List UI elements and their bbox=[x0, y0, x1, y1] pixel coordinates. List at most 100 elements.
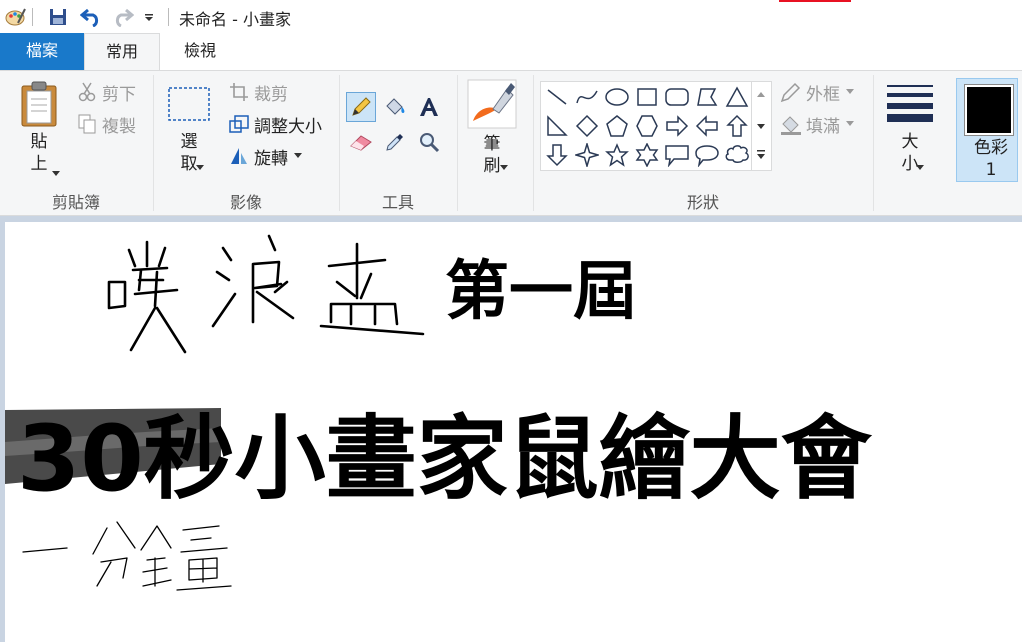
close-hover-accent bbox=[779, 0, 851, 2]
save-icon[interactable] bbox=[46, 6, 70, 28]
outline-dropdown-icon bbox=[846, 89, 854, 94]
line-width-icon bbox=[887, 85, 933, 122]
select-button[interactable]: 選取 bbox=[164, 85, 214, 175]
oval-shape-icon[interactable] bbox=[603, 83, 631, 111]
size-dropdown-icon bbox=[916, 165, 924, 170]
outline-brush-icon bbox=[780, 81, 802, 103]
selection-rectangle-icon bbox=[168, 87, 210, 121]
fill-tool[interactable] bbox=[380, 92, 410, 122]
title-divider bbox=[168, 8, 169, 26]
color-picker-tool[interactable] bbox=[380, 127, 410, 157]
pencil-tool[interactable] bbox=[346, 92, 376, 122]
tools-group-label: 工具 bbox=[381, 193, 414, 212]
six-point-star-shape-icon[interactable] bbox=[633, 141, 661, 169]
pencil-icon bbox=[352, 97, 371, 116]
up-arrow-shape-icon[interactable] bbox=[723, 112, 751, 140]
redo-icon[interactable] bbox=[110, 6, 136, 28]
outline-button[interactable]: 外框 bbox=[780, 79, 854, 105]
fill-button[interactable]: 填滿 bbox=[780, 111, 854, 137]
image-group-label: 影像 bbox=[229, 193, 262, 212]
shapes-group-label: 形狀 bbox=[686, 193, 719, 212]
paste-label: 貼上 bbox=[30, 132, 48, 174]
down-arrow-shape-icon[interactable] bbox=[543, 141, 571, 169]
cut-label: 剪下 bbox=[102, 84, 136, 105]
diamond-shape-icon[interactable] bbox=[573, 112, 601, 140]
clipboard-icon bbox=[21, 81, 57, 127]
tab-view[interactable]: 檢視 bbox=[160, 33, 240, 70]
rotate-button[interactable]: 旋轉 bbox=[228, 143, 302, 169]
left-arrow-shape-icon[interactable] bbox=[693, 112, 721, 140]
five-point-star-shape-icon[interactable] bbox=[603, 141, 631, 169]
fill-dropdown-icon bbox=[846, 121, 854, 126]
customize-quick-access-icon[interactable] bbox=[142, 6, 156, 28]
right-triangle-shape-icon[interactable] bbox=[543, 112, 571, 140]
color-1-label: 色彩 1 bbox=[974, 138, 1008, 180]
shapes-gallery bbox=[540, 81, 752, 171]
crop-icon bbox=[228, 81, 250, 103]
size-button[interactable]: 大小 bbox=[882, 83, 938, 175]
ribbon-home: 貼上 剪下 複製 剪貼簿 選取 裁剪 調整大小 旋轉 影像 工具 筆刷 外框 填… bbox=[0, 70, 1022, 216]
resize-label: 調整大小 bbox=[254, 116, 322, 137]
hexagon-shape-icon[interactable] bbox=[633, 112, 661, 140]
paste-button[interactable]: 貼上 bbox=[14, 81, 64, 176]
brushes-button[interactable]: 筆刷 bbox=[466, 79, 518, 177]
resize-button[interactable]: 調整大小 bbox=[228, 111, 322, 137]
copy-button[interactable]: 複製 bbox=[76, 111, 136, 137]
gallery-expand-icon[interactable] bbox=[757, 150, 765, 160]
tab-home[interactable]: 常用 bbox=[84, 33, 160, 71]
rounded-rectangle-shape-icon[interactable] bbox=[663, 83, 691, 111]
window-title: 未命名 - 小畫家 bbox=[179, 10, 291, 29]
group-divider bbox=[873, 75, 874, 211]
rectangle-shape-icon[interactable] bbox=[633, 83, 661, 111]
group-divider bbox=[457, 75, 458, 211]
rotate-icon bbox=[228, 145, 250, 167]
rectangular-callout-shape-icon[interactable] bbox=[663, 141, 691, 169]
undo-icon[interactable] bbox=[78, 6, 104, 28]
eyedropper-icon bbox=[386, 134, 403, 151]
polygon-shape-icon[interactable] bbox=[693, 83, 721, 111]
scissors-icon bbox=[76, 81, 98, 103]
copy-label: 複製 bbox=[102, 116, 136, 137]
paste-dropdown-icon bbox=[52, 171, 60, 176]
eraser-tool[interactable] bbox=[346, 127, 376, 157]
brush-icon bbox=[467, 79, 517, 129]
triangle-shape-icon[interactable] bbox=[723, 83, 751, 111]
curve-shape-icon[interactable] bbox=[573, 83, 601, 111]
title-bar: 未命名 - 小畫家 bbox=[0, 0, 1022, 33]
paint-app-icon[interactable] bbox=[2, 6, 28, 28]
rotate-dropdown-icon bbox=[294, 153, 302, 158]
color-1-swatch bbox=[964, 84, 1014, 136]
headline-text: 30秒小畫家鼠繪大會 bbox=[17, 407, 872, 512]
four-point-star-shape-icon[interactable] bbox=[573, 141, 601, 169]
magnifier-icon bbox=[420, 133, 440, 153]
crop-label: 裁剪 bbox=[254, 84, 288, 105]
select-dropdown-icon bbox=[196, 165, 204, 170]
text-tool[interactable] bbox=[414, 92, 444, 122]
shapes-gallery-scrollbar[interactable] bbox=[752, 81, 772, 171]
oval-callout-shape-icon[interactable] bbox=[693, 141, 721, 169]
copy-icon bbox=[76, 113, 98, 135]
drawing-canvas[interactable]: 第一屆 30秒小畫家鼠繪大會 bbox=[5, 222, 1022, 642]
color-1-button[interactable]: 色彩 1 bbox=[956, 78, 1018, 182]
tab-file[interactable]: 檔案 bbox=[0, 33, 84, 70]
gallery-scroll-down-icon[interactable] bbox=[757, 124, 765, 130]
line-shape-icon[interactable] bbox=[543, 83, 571, 111]
pentagon-shape-icon[interactable] bbox=[603, 112, 631, 140]
rotate-label: 旋轉 bbox=[254, 148, 288, 169]
cut-button[interactable]: 剪下 bbox=[76, 79, 136, 105]
eraser-icon bbox=[350, 135, 372, 151]
ribbon-tabs: 檔案 常用 檢視 bbox=[0, 33, 1022, 71]
text-a-icon bbox=[420, 98, 438, 116]
cloud-callout-shape-icon[interactable] bbox=[723, 141, 751, 169]
edition-text: 第一屆 bbox=[445, 255, 637, 329]
quick-access-divider bbox=[32, 8, 33, 26]
gallery-scroll-up-icon[interactable] bbox=[757, 92, 765, 98]
paint-bucket-icon bbox=[386, 98, 405, 115]
resize-icon bbox=[228, 113, 250, 135]
fill-bucket-icon bbox=[780, 113, 802, 135]
crop-button[interactable]: 裁剪 bbox=[228, 79, 288, 105]
fill-label: 填滿 bbox=[806, 116, 840, 137]
right-arrow-shape-icon[interactable] bbox=[663, 112, 691, 140]
clipboard-group-label: 剪貼簿 bbox=[51, 193, 100, 212]
magnifier-tool[interactable] bbox=[414, 127, 444, 157]
